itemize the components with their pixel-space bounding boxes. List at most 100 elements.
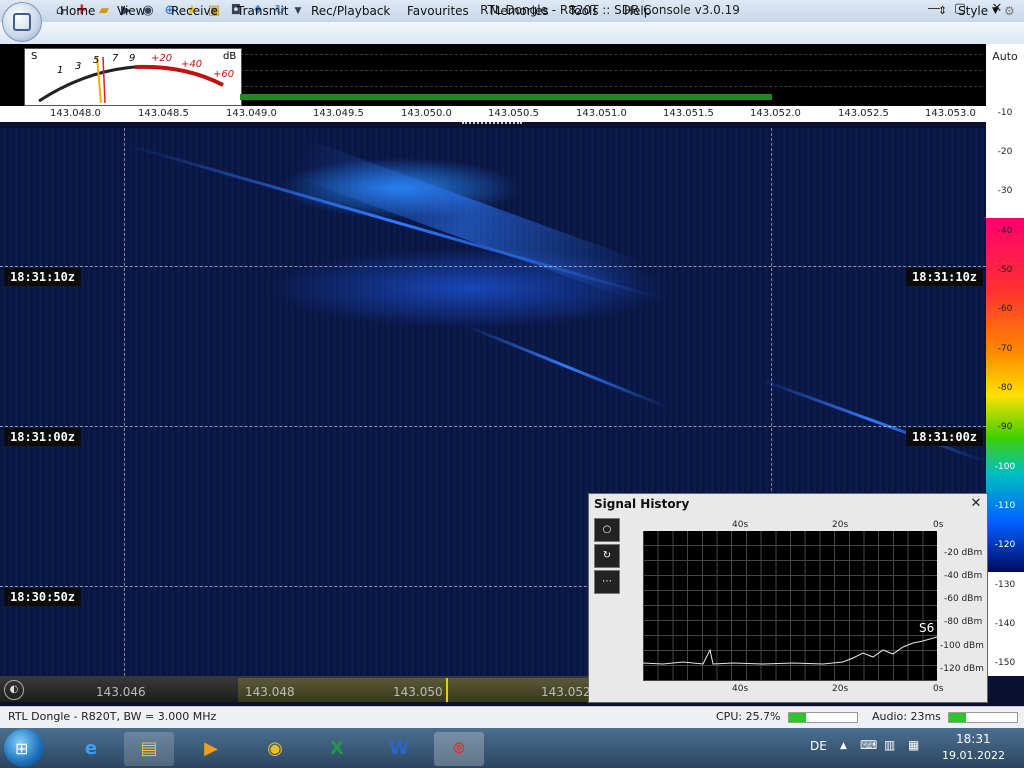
history-axis-label: 40s [732,684,749,694]
db-tick: -30 [997,186,1013,196]
history-y-label: -120 dBm [940,664,984,674]
timestamp-right: 18:31:10z [906,268,984,286]
menu-tools[interactable]: Tools [569,4,599,18]
tuning-marker[interactable] [446,678,448,702]
history-axis-label: 0s [933,520,944,530]
menu-rec-playback[interactable]: Rec/Playback [311,4,390,18]
freq-label: 143.048.5 [138,108,189,119]
signal-streak [759,378,986,463]
reset-icon[interactable]: ↻ [594,544,620,568]
close-icon[interactable]: ✕ [968,496,984,511]
audio-progress-fill [949,713,966,722]
history-axis-label: 20s [832,684,849,694]
db-tick: -140 [994,619,1016,629]
db-tick: -150 [994,658,1016,668]
signal-history-plot [643,531,937,681]
auto-scale-button[interactable]: Auto [986,50,1024,66]
s-meter-label-9: 9 [129,53,136,64]
db-tick: -60 [997,304,1013,314]
tray-expand-icon[interactable]: ▲ [840,741,847,751]
db-tick: -70 [997,344,1013,354]
s-meter-label-plus20: +20 [151,53,173,64]
tray-action-center-icon[interactable]: ▦ [908,738,919,752]
signal-trace [643,636,937,665]
folder-icon[interactable]: ▰ [96,3,112,19]
signal-burst [293,139,646,300]
settings-gear-icon[interactable]: ⚙ [1004,4,1015,18]
clock-date[interactable]: 19.01.2022 [942,749,1005,762]
db-tick: -80 [997,383,1013,393]
history-y-label: -40 dBm [944,571,983,581]
menu-memories[interactable]: Memories [490,4,549,18]
s-meter: S 1 3 5 7 9 +20 +40 +60 dB [24,48,242,106]
style-dropdown-icon[interactable]: ▼ [992,6,999,16]
db-tick: -100 [994,462,1016,472]
history-axis-label: 40s [732,520,749,530]
freq-label: 143.052.0 [750,108,801,119]
ribbon-menu [0,22,1024,45]
more-options-icon[interactable]: ⋯ [594,570,620,594]
menu-view[interactable]: View [117,4,145,18]
clock-time[interactable]: 18:31 [956,732,991,746]
timestamp-left: 18:31:00z [4,428,82,446]
menu-receive[interactable]: Receive [171,4,218,18]
sdr-console-taskbar-icon[interactable]: ⌾ [434,732,484,766]
language-indicator[interactable]: DE [810,739,827,753]
signal-level-bar [240,94,772,100]
cpu-progress-bar [788,712,858,723]
excel-icon[interactable]: X [312,732,362,766]
s-meter-label-3: 3 [75,61,82,72]
tray-network-icon[interactable]: ▥ [884,738,895,752]
app-logo-icon [13,13,31,31]
menu-home[interactable]: Home [60,4,95,18]
menu-transmit[interactable]: Transmit [237,4,288,18]
app-menu-button[interactable] [2,2,42,42]
freq-label: 143.052.5 [838,108,889,119]
word-icon[interactable]: W [374,732,424,766]
windows-logo-icon: ⊞ [15,739,29,758]
menu-help[interactable]: Help [624,4,651,18]
freq-label: 143.050.5 [488,108,539,119]
s-meter-label-1: 1 [57,65,64,76]
freq-label: 143.049.0 [226,108,277,119]
navigator-toggle-icon[interactable]: ◐ [4,680,24,700]
freq-label: 143.049.5 [313,108,364,119]
style-menu[interactable]: Style [958,4,988,18]
time-gridline [0,426,986,427]
db-tick: -130 [994,580,1016,590]
record-circle-icon[interactable]: ○ [594,518,620,542]
start-button[interactable]: ⊞ [4,729,44,767]
history-axis-label: 20s [832,520,849,530]
signal-streak [464,324,670,410]
history-y-label: -100 dBm [940,641,984,651]
navigator-freq: 143.052 [541,685,591,699]
tray-device-icon[interactable]: ⌨ [860,738,877,752]
style-chevron-icon[interactable]: ⇕ [938,4,947,17]
s-meter-label-s: S [31,51,38,62]
file-explorer-icon[interactable]: ▤ [124,732,174,766]
db-tick: -10 [997,108,1013,118]
dropdown-icon[interactable]: ▼ [290,3,306,19]
freq-label: 143.053.0 [925,108,976,119]
internet-explorer-icon[interactable]: e [66,732,116,766]
history-axis-label: 0s [933,684,944,694]
db-tick: -40 [997,226,1013,236]
cpu-progress-fill [789,713,807,722]
navigator-freq: 143.048 [245,685,295,699]
s-meter-label-plus40: +40 [181,59,203,70]
s-meter-label-plus60: +60 [213,69,235,80]
freq-label: 143.048.0 [50,108,101,119]
s-meter-label-7: 7 [112,53,119,64]
history-y-label: -80 dBm [944,617,983,627]
s-meter-label-5: 5 [93,55,100,66]
db-tick: -120 [994,540,1016,550]
media-player-icon[interactable]: ▶ [186,732,236,766]
menu-favourites[interactable]: Favourites [407,4,469,18]
freq-label: 143.051.0 [576,108,627,119]
db-tick: -20 [997,147,1013,157]
db-tick: -90 [997,422,1013,432]
navigator-freq: 143.050 [393,685,443,699]
chrome-icon[interactable]: ◉ [250,732,300,766]
audio-status: Audio: 23ms [872,710,941,723]
device-status: RTL Dongle - R820T, BW = 3.000 MHz [8,710,217,723]
